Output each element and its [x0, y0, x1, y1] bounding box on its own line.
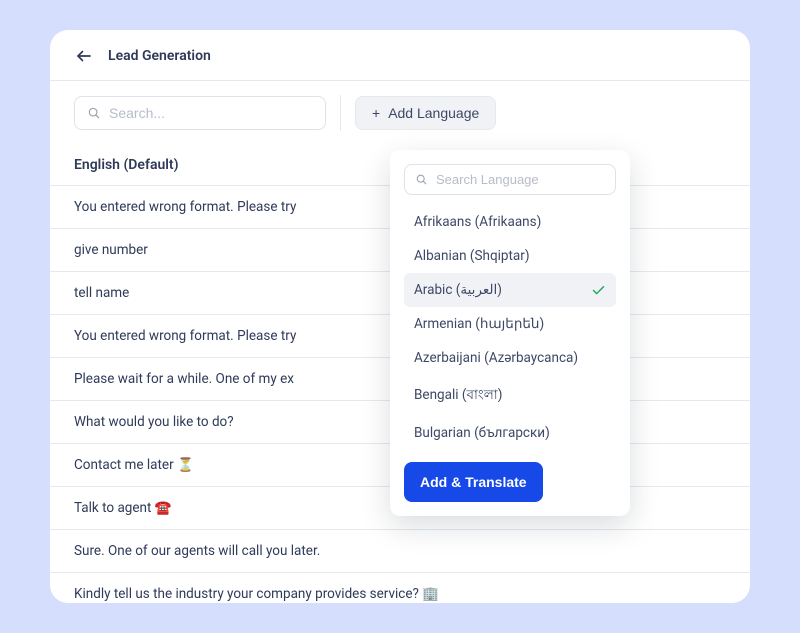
add-language-label: Add Language	[388, 105, 479, 121]
divider	[340, 95, 341, 131]
dropdown-item[interactable]: Bulgarian (български)	[404, 416, 616, 450]
dropdown-item[interactable]: Afrikaans (Afrikaans)	[404, 205, 616, 239]
dropdown-item-label: Armenian (հայերեն)	[414, 316, 544, 332]
add-translate-button[interactable]: Add & Translate	[404, 462, 543, 502]
dropdown-search-field[interactable]	[404, 164, 616, 195]
page-title: Lead Generation	[108, 48, 211, 64]
header: Lead Generation	[50, 30, 750, 80]
dropdown-item[interactable]: Arabic (العربية)	[404, 273, 616, 307]
dropdown-item-label: Arabic (العربية)	[414, 282, 502, 298]
dropdown-item-label: Albanian (Shqiptar)	[414, 248, 530, 264]
plus-icon: +	[372, 105, 380, 121]
dropdown-item-label: Azerbaijani (Azərbaycanca)	[414, 350, 578, 366]
dropdown-item[interactable]: Azerbaijani (Azərbaycanca)	[404, 341, 616, 375]
dropdown-item[interactable]: Bengali (বাংলা)	[404, 375, 616, 416]
add-language-button[interactable]: + Add Language	[355, 96, 496, 130]
list-item[interactable]: Kindly tell us the industry your company…	[50, 573, 750, 603]
dropdown-list: Afrikaans (Afrikaans) Albanian (Shqiptar…	[404, 205, 616, 450]
check-icon	[591, 283, 606, 298]
dropdown-item-label: Bengali (বাংলা)	[414, 384, 502, 407]
back-arrow-icon[interactable]	[74, 46, 94, 66]
dropdown-item[interactable]: Armenian (հայերեն)	[404, 307, 616, 341]
search-field[interactable]	[74, 96, 326, 130]
list-item[interactable]: Sure. One of our agents will call you la…	[50, 530, 750, 573]
window: Lead Generation + Add Language English (…	[50, 30, 750, 603]
toolbar: + Add Language	[50, 81, 750, 145]
search-icon	[415, 173, 428, 186]
search-icon	[87, 106, 101, 120]
dropdown-item-label: Afrikaans (Afrikaans)	[414, 214, 541, 230]
search-input[interactable]	[109, 105, 313, 121]
dropdown-item[interactable]: Albanian (Shqiptar)	[404, 239, 616, 273]
dropdown-item-label: Bulgarian (български)	[414, 425, 550, 441]
language-dropdown: Afrikaans (Afrikaans) Albanian (Shqiptar…	[390, 150, 630, 516]
dropdown-search-input[interactable]	[436, 172, 605, 187]
